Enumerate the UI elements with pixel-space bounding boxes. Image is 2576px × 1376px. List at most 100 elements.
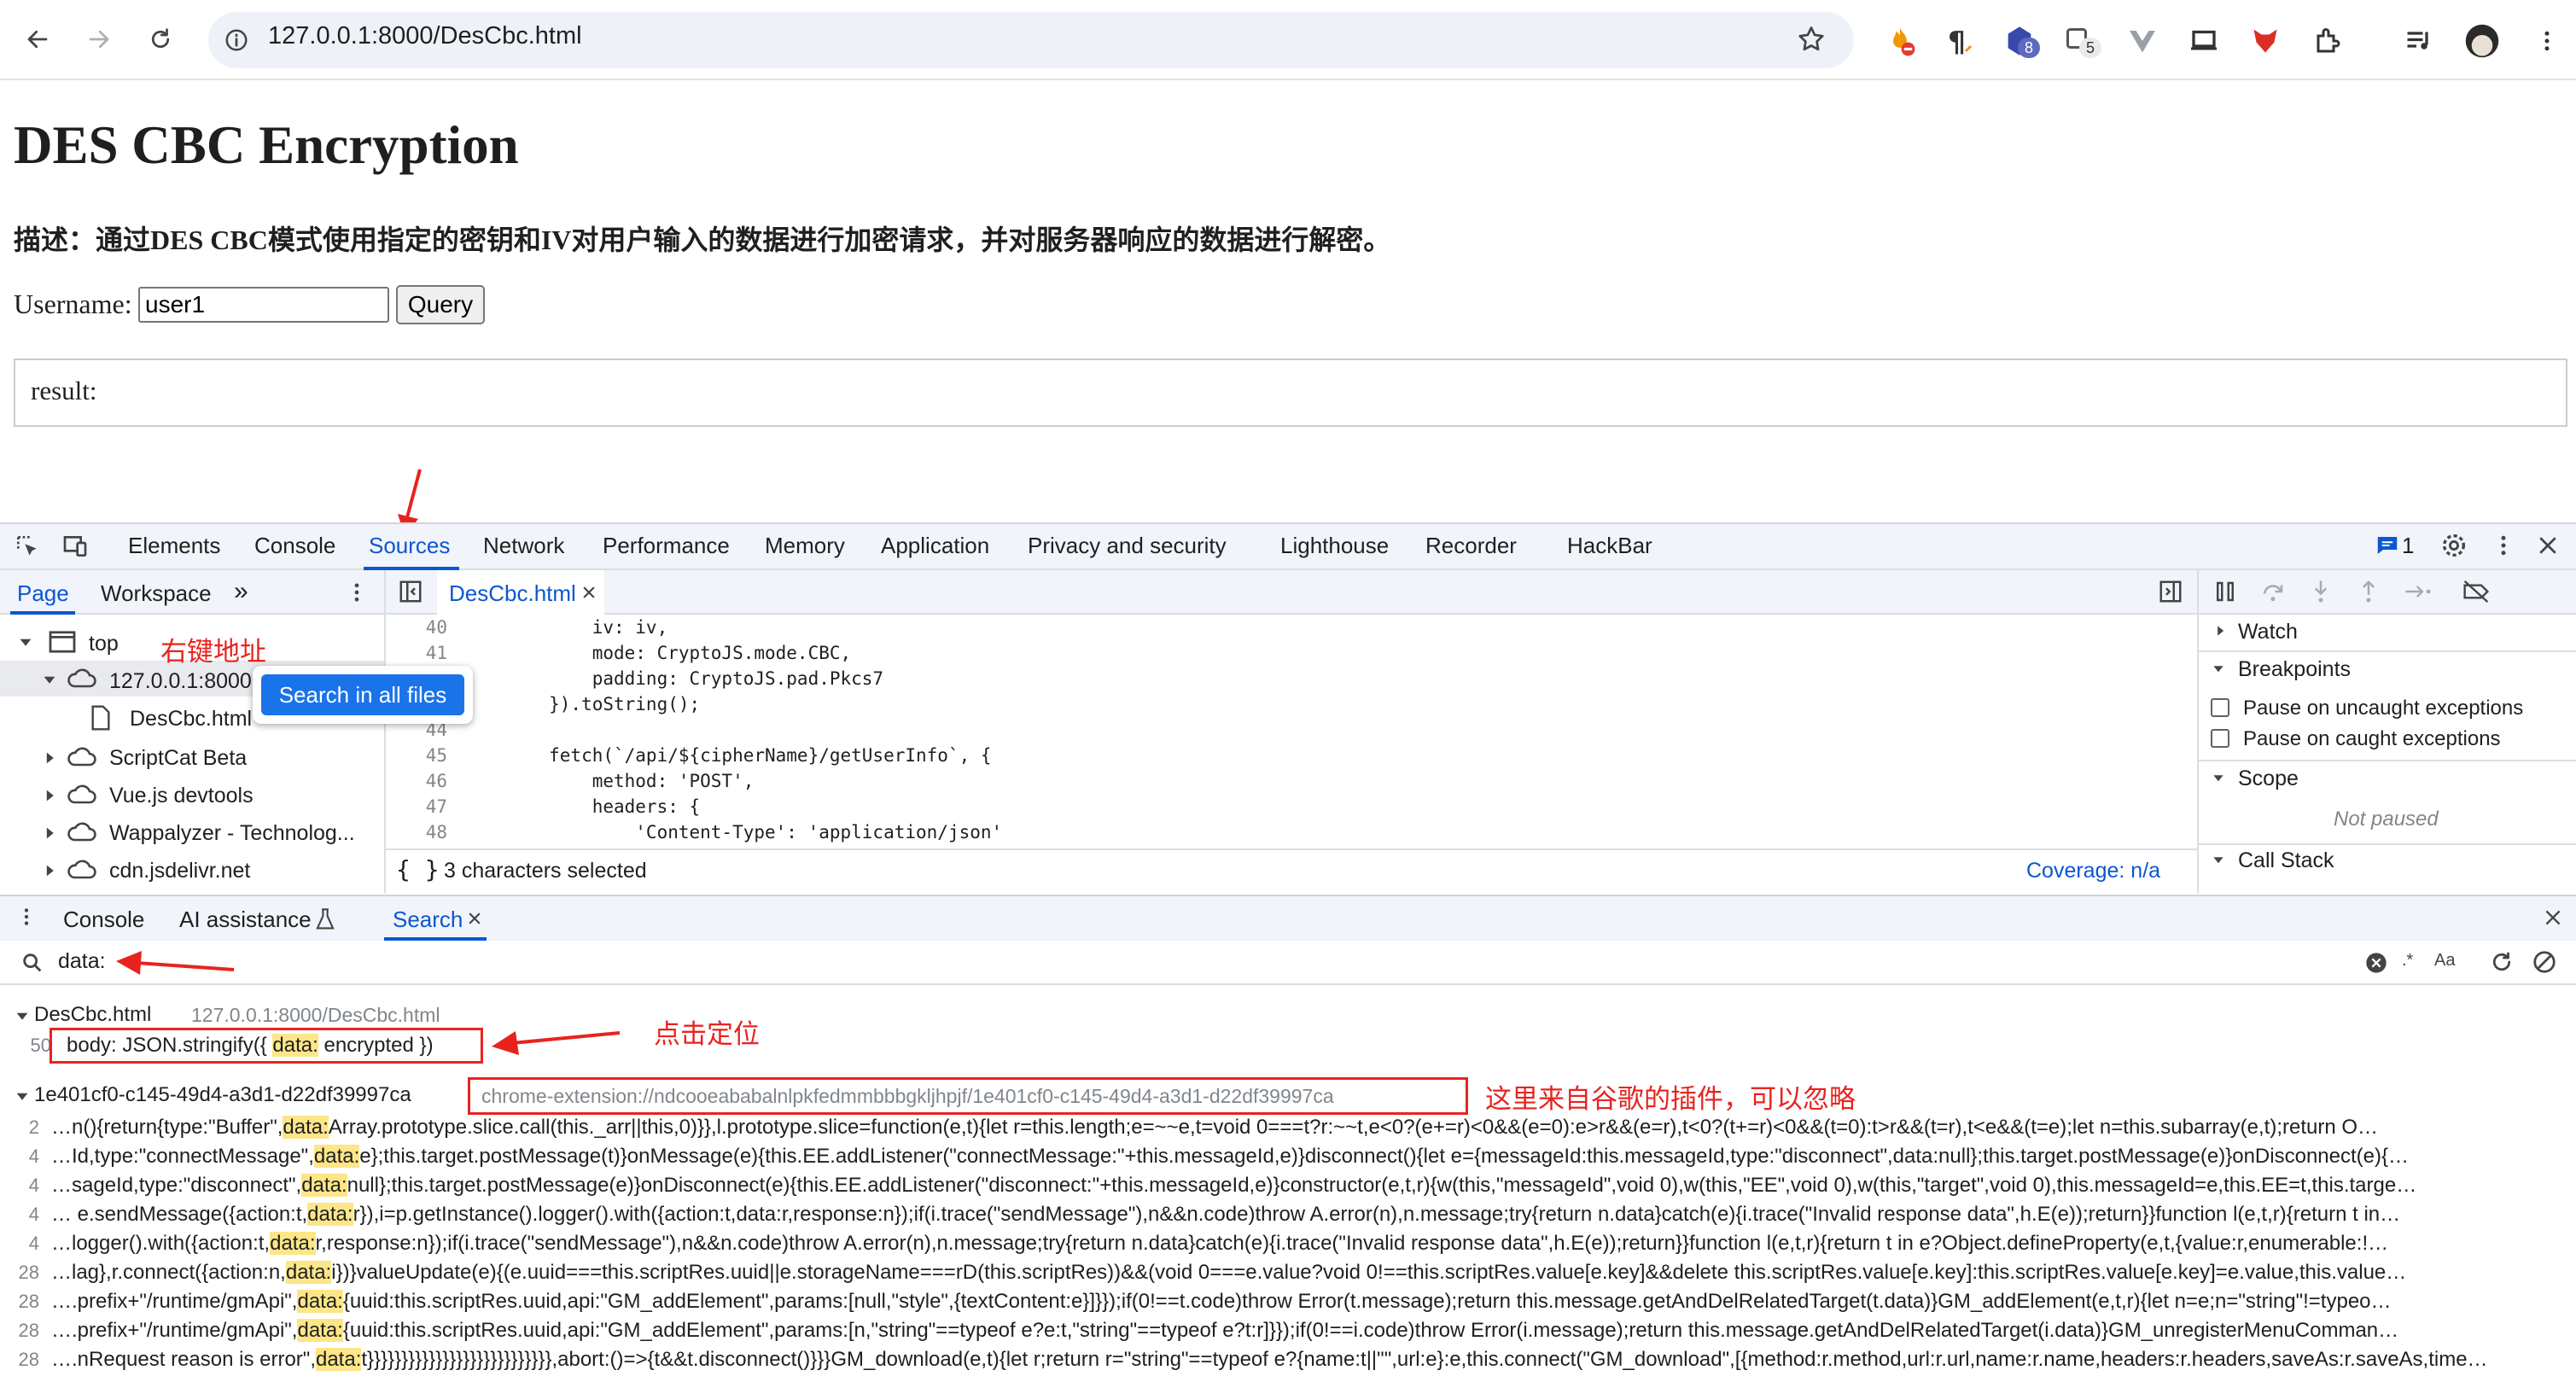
tree-item-wappalyzer[interactable]: Wappalyzer - Technolog... [109, 821, 355, 846]
extension-vue-icon[interactable] [2124, 22, 2161, 60]
editor-tab-close-icon[interactable] [580, 584, 597, 601]
result-file-name[interactable]: DesCbc.html [34, 1000, 151, 1029]
devtools-close-icon[interactable] [2535, 533, 2561, 558]
section-collapsed-icon[interactable] [2214, 625, 2226, 637]
result-expand-icon[interactable] [15, 1009, 29, 1023]
result-line[interactable]: …logger().with({action:t,data:r,response… [51, 1229, 2388, 1258]
pretty-print-icon[interactable]: { } [396, 855, 440, 883]
devtools-more-icon[interactable] [2491, 533, 2516, 558]
drawer-tab-console[interactable]: Console [63, 907, 144, 933]
step-out-icon[interactable] [2356, 579, 2381, 604]
tab-sources[interactable]: Sources [369, 533, 450, 559]
step-into-icon[interactable] [2308, 579, 2334, 604]
result-line[interactable]: ….prefix+"/runtime/gmApi",data:{uuid:thi… [51, 1287, 2392, 1316]
username-input[interactable] [138, 287, 389, 323]
tree-item-top[interactable]: top [89, 632, 119, 656]
tree-item-scriptcat[interactable]: ScriptCat Beta [109, 746, 247, 771]
extensions-puzzle-icon[interactable] [2310, 22, 2347, 60]
code-editor[interactable]: 40 iv: iv, 41 mode: CryptoJS.mode.CBC, 4… [384, 615, 2197, 848]
tab-performance[interactable]: Performance [603, 533, 730, 559]
pause-caught-checkbox[interactable] [2211, 729, 2229, 748]
call-stack-section[interactable]: Call Stack [2238, 848, 2334, 873]
extension-fox-icon[interactable] [2247, 22, 2284, 60]
drawer-menu-icon[interactable] [15, 905, 38, 929]
back-icon[interactable] [17, 19, 58, 60]
settings-gear-icon[interactable] [2439, 531, 2468, 560]
scope-section[interactable]: Scope [2238, 767, 2299, 791]
site-info-icon[interactable] [224, 27, 249, 53]
navigator-more-icon[interactable] [345, 580, 369, 604]
pause-icon[interactable] [2212, 579, 2238, 604]
reading-list-icon[interactable] [2400, 22, 2438, 60]
match-case-toggle[interactable]: Aa [2434, 951, 2455, 971]
tab-recorder[interactable]: Recorder [1425, 533, 1517, 559]
url-text[interactable]: 127.0.0.1:8000/DesCbc.html [268, 22, 582, 50]
result-expand-icon[interactable] [15, 1089, 29, 1103]
section-expanded-icon[interactable] [2212, 854, 2224, 866]
watch-section[interactable]: Watch [2238, 620, 2298, 644]
result-line[interactable]: …lag},r.connect({action:n,data:i})}value… [51, 1258, 2406, 1287]
drawer-close-icon[interactable] [2542, 907, 2564, 929]
tab-memory[interactable]: Memory [765, 533, 845, 559]
tab-page[interactable]: Page [17, 580, 69, 607]
result-line[interactable]: ….prefix+"/runtime/gmApi",data:{uuid:thi… [51, 1316, 2398, 1345]
tab-network[interactable]: Network [483, 533, 564, 559]
issues-icon[interactable] [2375, 533, 2400, 558]
query-button[interactable]: Query [396, 285, 485, 324]
regex-toggle[interactable]: .* [2402, 951, 2413, 971]
tab-elements[interactable]: Elements [128, 533, 220, 559]
tree-collapsed-icon[interactable] [43, 864, 56, 877]
tree-item-vue-devtools[interactable]: Vue.js devtools [109, 784, 254, 808]
drawer-tab-ai-assistance[interactable]: AI assistance [179, 907, 312, 933]
tree-item-origin[interactable]: 127.0.0.1:8000 [109, 669, 252, 694]
reload-icon[interactable] [140, 19, 181, 60]
tree-collapsed-icon[interactable] [43, 751, 56, 765]
profile-avatar[interactable] [2463, 22, 2501, 60]
drawer-tab-search[interactable]: Search [393, 907, 463, 933]
search-input[interactable]: data: [58, 949, 106, 974]
tab-console[interactable]: Console [254, 533, 335, 559]
result-line[interactable]: …Id,type:"connectMessage",data:e};this.t… [51, 1142, 2409, 1171]
tab-application[interactable]: Application [881, 533, 989, 559]
result-line[interactable]: … e.sendMessage({action:t,data:r}),i=p.g… [51, 1200, 2400, 1229]
editor-tab-label[interactable]: DesCbc.html [449, 580, 576, 607]
tree-item-jsdelivr[interactable]: cdn.jsdelivr.net [109, 859, 250, 883]
deactivate-breakpoints-icon[interactable] [2462, 579, 2491, 604]
refresh-icon[interactable] [2489, 949, 2515, 975]
step-icon[interactable] [2404, 579, 2433, 604]
search-tab-close-icon[interactable] [466, 910, 483, 927]
tree-expand-icon[interactable] [43, 673, 56, 686]
bookmark-star-icon[interactable] [1796, 24, 1827, 55]
device-toolbar-icon[interactable] [61, 533, 89, 560]
tree-collapsed-icon[interactable] [43, 826, 56, 840]
result-line[interactable]: …n(){return{type:"Buffer",data:Array.pro… [51, 1113, 2378, 1142]
result-line[interactable]: …sageId,type:"disconnect",data:null};thi… [51, 1171, 2416, 1200]
chrome-menu-icon[interactable] [2528, 22, 2566, 60]
tab-privacy-security[interactable]: Privacy and security [1028, 533, 1227, 559]
tree-collapsed-icon[interactable] [43, 789, 56, 802]
issues-count[interactable]: 1 [2402, 533, 2414, 559]
coverage-status[interactable]: Coverage: n/a [2026, 859, 2160, 883]
extension-fire-icon[interactable] [1881, 22, 1919, 60]
pause-uncaught-checkbox[interactable] [2211, 698, 2229, 717]
result-file-name[interactable]: 1e401cf0-c145-49d4-a3d1-d22df39997ca [34, 1081, 411, 1110]
tree-item-file[interactable]: DesCbc.html [130, 707, 252, 732]
result-line[interactable]: ….nRequest reason is error",data:t}}}}}}… [51, 1345, 2488, 1374]
inspect-element-icon[interactable] [14, 533, 41, 560]
extension-laptop-icon[interactable] [2185, 22, 2223, 60]
tab-hackbar[interactable]: HackBar [1567, 533, 1652, 559]
clear-results-icon[interactable] [2532, 949, 2557, 975]
extension-pilcrow-icon[interactable]: ¶ [1939, 22, 1977, 60]
forward-icon[interactable] [79, 19, 119, 60]
section-expanded-icon[interactable] [2212, 662, 2224, 674]
tab-lighthouse[interactable]: Lighthouse [1280, 533, 1389, 559]
search-in-all-files-item[interactable]: Search in all files [261, 674, 464, 715]
more-tabs-chevron-icon[interactable]: » [234, 577, 248, 606]
step-over-icon[interactable] [2260, 579, 2286, 604]
clear-search-icon[interactable] [2364, 951, 2388, 975]
tab-workspace[interactable]: Workspace [101, 580, 212, 607]
toggle-navigator-icon[interactable] [398, 579, 423, 604]
section-expanded-icon[interactable] [2212, 772, 2224, 784]
breakpoints-section[interactable]: Breakpoints [2238, 657, 2351, 682]
tree-expand-icon[interactable] [19, 635, 32, 649]
